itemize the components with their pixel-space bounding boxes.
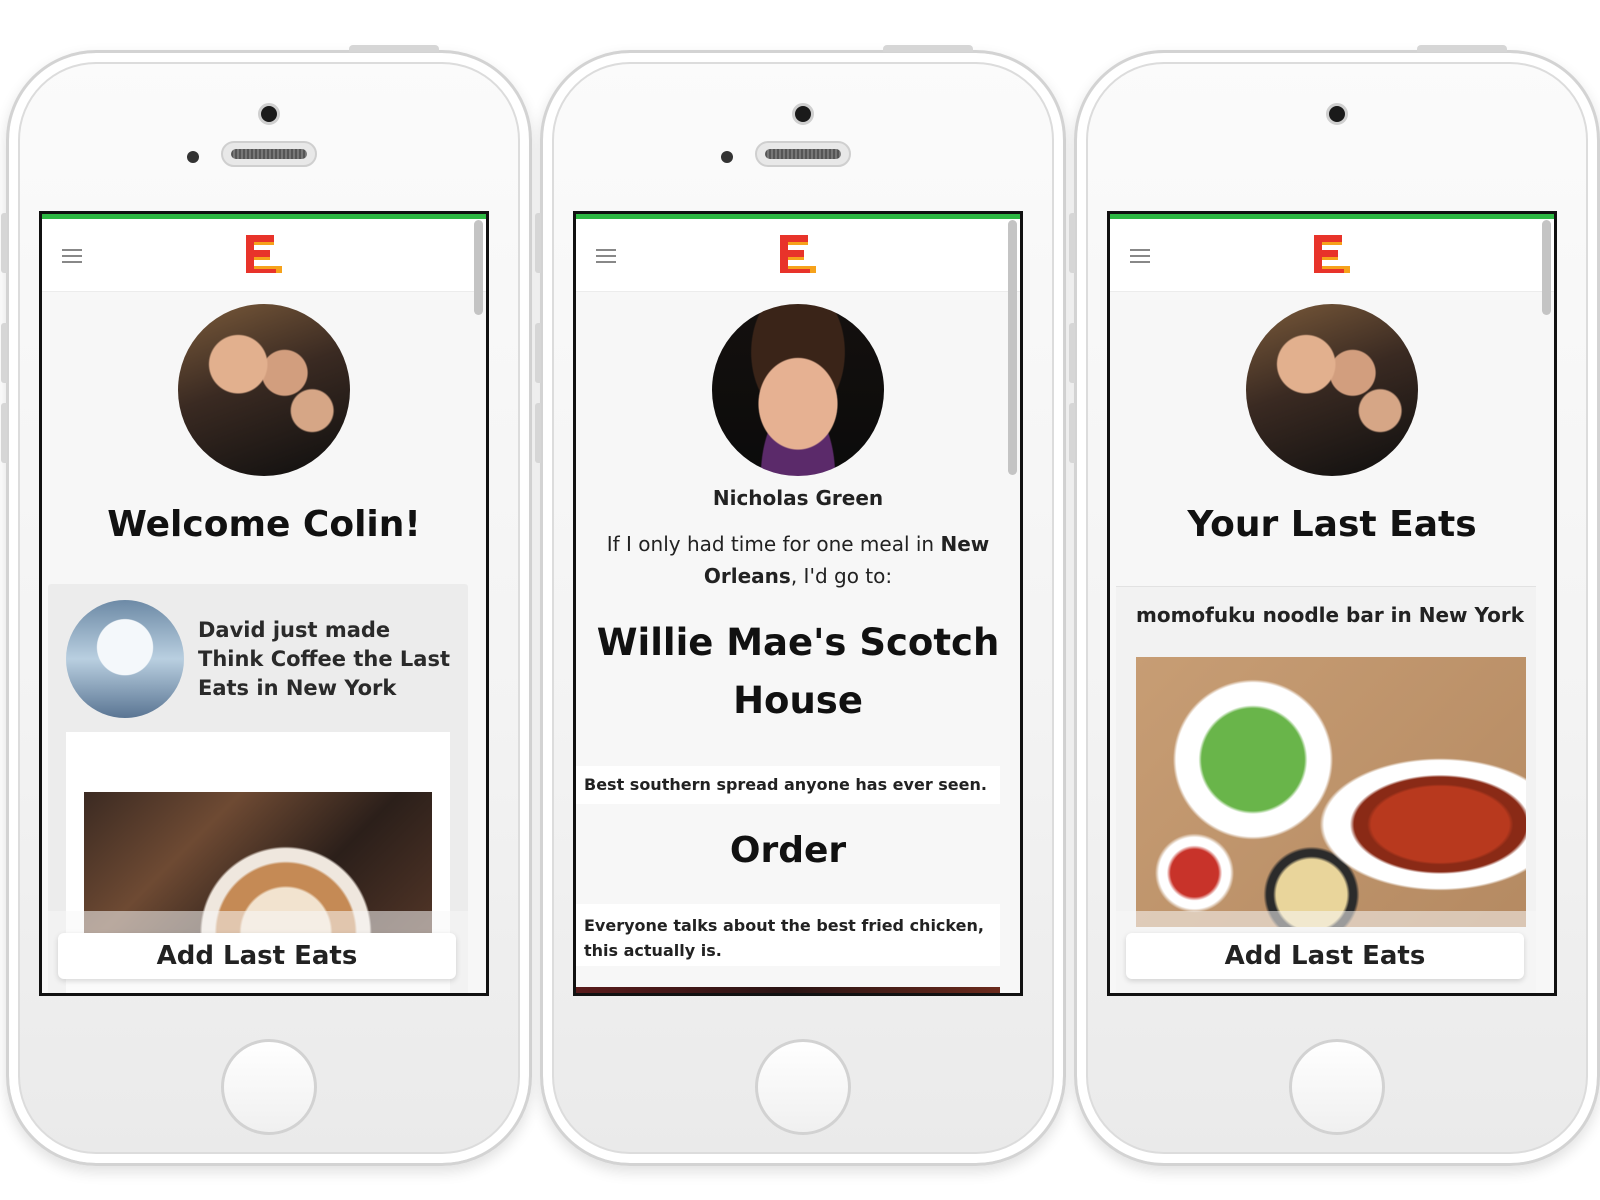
phone-welcome: Welcome Colin! David just made Think Cof… <box>1 45 532 1166</box>
top-nav <box>42 219 486 292</box>
add-last-eats-button[interactable]: Add Last Eats <box>58 933 456 979</box>
restaurant-description: Best southern spread anyone has ever see… <box>584 775 987 794</box>
screen-welcome: Welcome Colin! David just made Think Cof… <box>39 211 489 996</box>
restaurant-name[interactable]: Willie Mae's Scotch House <box>596 614 1000 730</box>
screen-profile: Nicholas Green If I only had time for on… <box>573 211 1023 996</box>
next-photo-strip <box>576 987 1000 993</box>
scrollbar[interactable] <box>1008 220 1017 475</box>
user-avatar <box>178 304 350 476</box>
menu-icon[interactable] <box>62 249 82 263</box>
intro-text: If I only had time for one meal in <box>606 532 941 556</box>
profile-intro: If I only had time for one meal in New O… <box>602 528 994 592</box>
food-photo <box>1136 657 1526 927</box>
proximity-sensor <box>187 151 199 163</box>
order-text: Everyone talks about the best fried chic… <box>584 916 984 960</box>
phone-last-eats: Your Last Eats momofuku noodle bar in Ne… <box>1069 45 1600 1166</box>
welcome-heading: Welcome Colin! <box>107 504 421 545</box>
earpiece-speaker <box>221 141 317 167</box>
feed-text: David just made Think Coffee the Last Ea… <box>198 618 450 700</box>
user-avatar <box>1246 304 1418 476</box>
last-eats-logo-icon[interactable] <box>1314 235 1350 273</box>
profile-name: Nicholas Green <box>712 486 884 510</box>
front-camera <box>1326 103 1348 125</box>
last-eats-logo-icon[interactable] <box>780 235 816 273</box>
home-button[interactable] <box>755 1039 851 1135</box>
description-box: Best southern spread anyone has ever see… <box>576 766 1000 804</box>
last-eats-logo-icon[interactable] <box>246 235 282 273</box>
menu-icon[interactable] <box>596 249 616 263</box>
earpiece-speaker <box>755 141 851 167</box>
home-button[interactable] <box>221 1039 317 1135</box>
menu-icon[interactable] <box>1130 249 1150 263</box>
friend-avatar <box>66 600 184 718</box>
intro-text-end: , I'd go to: <box>790 564 893 588</box>
front-camera <box>792 103 814 125</box>
home-button[interactable] <box>1289 1039 1385 1135</box>
order-heading: Order <box>729 830 847 871</box>
order-box: Everyone talks about the best fried chic… <box>576 904 1000 966</box>
front-camera <box>258 103 280 125</box>
top-nav <box>576 219 1020 292</box>
last-eat-title[interactable]: momofuku noodle bar in New York <box>1136 603 1526 627</box>
proximity-sensor <box>721 151 733 163</box>
scrollbar[interactable] <box>1542 220 1551 315</box>
phone-profile: Nicholas Green If I only had time for on… <box>535 45 1066 1166</box>
screen-last-eats: Your Last Eats momofuku noodle bar in Ne… <box>1107 211 1557 996</box>
add-last-eats-button[interactable]: Add Last Eats <box>1126 933 1524 979</box>
top-nav <box>1110 219 1554 292</box>
scrollbar[interactable] <box>474 220 483 315</box>
last-eats-heading: Your Last Eats <box>1187 504 1477 545</box>
profile-avatar <box>712 304 884 476</box>
